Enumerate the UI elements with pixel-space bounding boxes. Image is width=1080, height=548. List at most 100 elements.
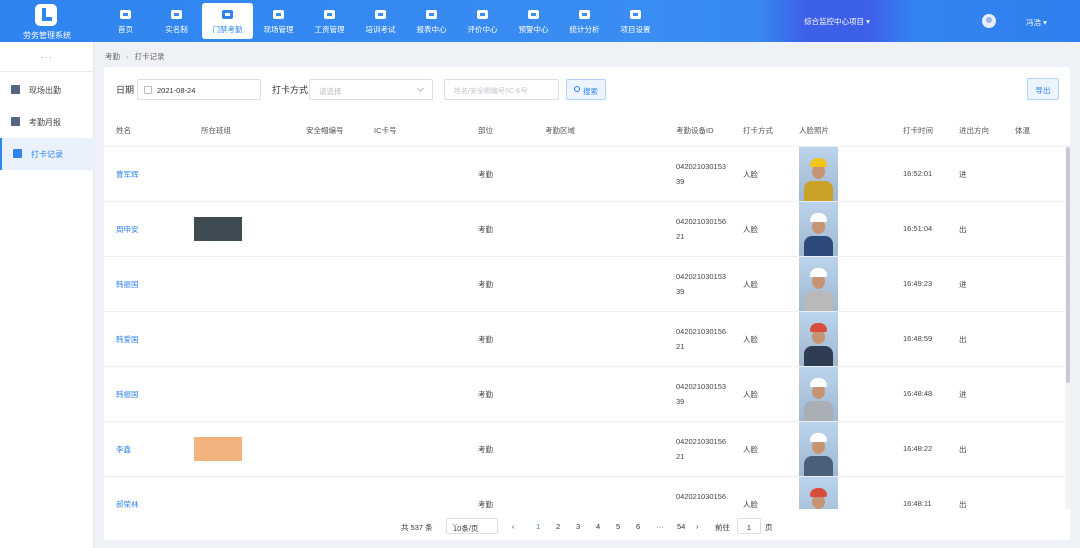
part-cell: 考勤 — [478, 280, 493, 289]
sidebar-item-monthly-report[interactable]: 考勤月报 — [0, 106, 94, 138]
time-cell: 16:48:59 — [903, 334, 933, 343]
id-card-icon — [170, 8, 183, 20]
next-page-button[interactable]: › — [696, 522, 699, 531]
wallet-icon — [323, 8, 336, 20]
avatar[interactable] — [982, 14, 996, 28]
nav-item-0[interactable]: 首页 — [100, 3, 151, 39]
nav-item-7[interactable]: 评价中心 — [457, 3, 508, 39]
device-id-cell: 042021030153 — [676, 382, 727, 391]
method-cell: 人脸 — [743, 335, 758, 344]
face-photo[interactable] — [799, 367, 838, 421]
worker-name[interactable]: 曹军辉 — [116, 169, 139, 180]
search-button[interactable]: 搜索 — [566, 79, 606, 100]
page-button[interactable]: 1 — [536, 522, 540, 531]
device-id-cell: 042021030156 — [676, 217, 727, 226]
nav-item-1[interactable]: 实名制 — [151, 3, 202, 39]
main-panel: 日期 2021-08-24 打卡方式 请选择 姓名/安全帽编号/IC卡号 搜索 … — [104, 67, 1070, 540]
sidebar-item-punch-records[interactable]: 打卡记录 — [0, 138, 94, 170]
prev-page-button[interactable]: ‹ — [512, 522, 515, 531]
worker-name[interactable]: 李鑫 — [116, 444, 131, 455]
device-id-cell: 042021030153 — [676, 162, 727, 171]
face-photo[interactable] — [799, 202, 838, 256]
punch-method-select[interactable]: 请选择 — [309, 79, 433, 100]
page-size-select[interactable]: 10条/页 — [446, 518, 498, 534]
user-menu[interactable]: 冯浩 ▾ — [1026, 17, 1047, 28]
scrollbar-thumb[interactable] — [1066, 147, 1070, 383]
device-id-cell-cont: 39 — [676, 397, 685, 406]
goto-page-input[interactable]: 1 — [737, 518, 761, 534]
table-row[interactable]: 韩爱国 考勤 042021030156 21 人脸 16:48:59 出 — [104, 312, 1070, 367]
col-method: 打卡方式 — [743, 126, 773, 135]
project-selector[interactable]: 综合监控中心项目 ▾ — [757, 0, 917, 42]
time-cell: 16:52:01 — [903, 169, 933, 178]
face-photo[interactable] — [799, 147, 838, 201]
nav-item-9[interactable]: 统计分析 — [559, 3, 610, 39]
worker-name[interactable]: 韩爱国 — [116, 334, 139, 345]
table-row[interactable]: 李鑫 考勤 042021030156 21 人脸 16:48:22 出 — [104, 422, 1070, 477]
direction-cell: 出 — [959, 500, 967, 509]
nav-item-6[interactable]: 报表中心 — [406, 3, 457, 39]
breadcrumb: 考勤 › 打卡记录 — [105, 51, 165, 62]
nav-item-10[interactable]: 项目设置 — [610, 3, 661, 39]
part-cell: 考勤 — [478, 225, 493, 234]
nav-item-3[interactable]: 现场管理 — [253, 3, 304, 39]
face-photo[interactable] — [799, 257, 838, 311]
goto-suffix: 页 — [765, 523, 773, 532]
page-button[interactable]: 3 — [576, 522, 580, 531]
page-button[interactable]: 6 — [636, 522, 640, 531]
page-button[interactable]: 2 — [556, 522, 560, 531]
face-photo[interactable] — [799, 477, 838, 509]
nav-item-label: 评价中心 — [467, 25, 498, 34]
face-photo[interactable] — [799, 422, 838, 476]
nav-item-2[interactable]: 门禁考勤 — [202, 3, 253, 39]
nav-item-label: 报表中心 — [416, 25, 447, 34]
col-ic-card: IC卡号 — [374, 126, 397, 135]
time-cell: 16:48:11 — [903, 499, 932, 508]
breadcrumb-parent[interactable]: 考勤 — [105, 52, 120, 61]
table-row[interactable]: 曹军辉 考勤 042021030153 39 人脸 16:52:01 进 — [104, 147, 1070, 202]
search-input[interactable]: 姓名/安全帽编号/IC卡号 — [444, 79, 559, 100]
page-button[interactable]: 54 — [677, 522, 685, 531]
col-name: 姓名 — [116, 126, 131, 135]
direction-cell: 出 — [959, 225, 967, 234]
nav-item-5[interactable]: 培训考试 — [355, 3, 406, 39]
part-cell: 考勤 — [478, 170, 493, 179]
sidebar-collapse-icon[interactable]: ··· — [0, 52, 94, 62]
export-button-label: 导出 — [1035, 86, 1051, 95]
table-row[interactable]: 郝荣林 考勤 042021030156 人脸 16:48:11 出 — [104, 477, 1070, 509]
pagination-ellipsis[interactable]: ··· — [656, 522, 664, 531]
home-icon — [119, 8, 132, 20]
nav-item-8[interactable]: 预警中心 — [508, 3, 559, 39]
worker-name[interactable]: 韩振国 — [116, 389, 139, 400]
face-photo[interactable] — [799, 312, 838, 366]
table-header: 姓名 所在班组 安全帽编号 IC卡号 部位 考勤区域 考勤设备ID 打卡方式 人… — [104, 112, 1070, 147]
sidebar-item-onsite-attendance[interactable]: 现场出勤 — [0, 74, 94, 106]
worker-name[interactable]: 周申安 — [116, 224, 139, 235]
export-button[interactable]: 导出 — [1027, 78, 1059, 100]
time-cell: 16:49:23 — [903, 279, 933, 288]
redacted-team-block — [194, 437, 242, 461]
date-picker[interactable]: 2021-08-24 — [137, 79, 261, 100]
col-part: 部位 — [478, 126, 493, 135]
nav-item-label: 统计分析 — [569, 25, 600, 34]
direction-cell: 进 — [959, 390, 967, 399]
nav-item-label: 培训考试 — [365, 25, 396, 34]
worker-name[interactable]: 韩振国 — [116, 279, 139, 290]
sidebar-item-label: 打卡记录 — [31, 150, 63, 159]
method-cell: 人脸 — [743, 445, 758, 454]
brand[interactable]: 劳务管理系统 — [0, 0, 94, 42]
device-id-cell-cont: 21 — [676, 232, 685, 241]
page-button[interactable]: 5 — [616, 522, 620, 531]
table-row[interactable]: 周申安 考勤 042021030156 21 人脸 16:51:04 出 — [104, 202, 1070, 257]
device-id-cell-cont: 21 — [676, 452, 685, 461]
app-logo — [35, 4, 57, 26]
page-button[interactable]: 4 — [596, 522, 600, 531]
table-row[interactable]: 韩振国 考勤 042021030153 39 人脸 16:49:23 进 — [104, 257, 1070, 312]
top-bar: 劳务管理系统 首页 实名制 门禁考勤 现场管理 工资管理 培训考试 报表中心 评价中心 预警中心… — [0, 0, 1080, 42]
nav-item-4[interactable]: 工资管理 — [304, 3, 355, 39]
col-device-id: 考勤设备ID — [676, 126, 714, 135]
worker-name[interactable]: 郝荣林 — [116, 499, 139, 509]
nav-item-label: 工资管理 — [314, 25, 345, 34]
table-row[interactable]: 韩振国 考勤 042021030153 39 人脸 16:48:48 进 — [104, 367, 1070, 422]
clock-record-icon — [13, 149, 22, 158]
